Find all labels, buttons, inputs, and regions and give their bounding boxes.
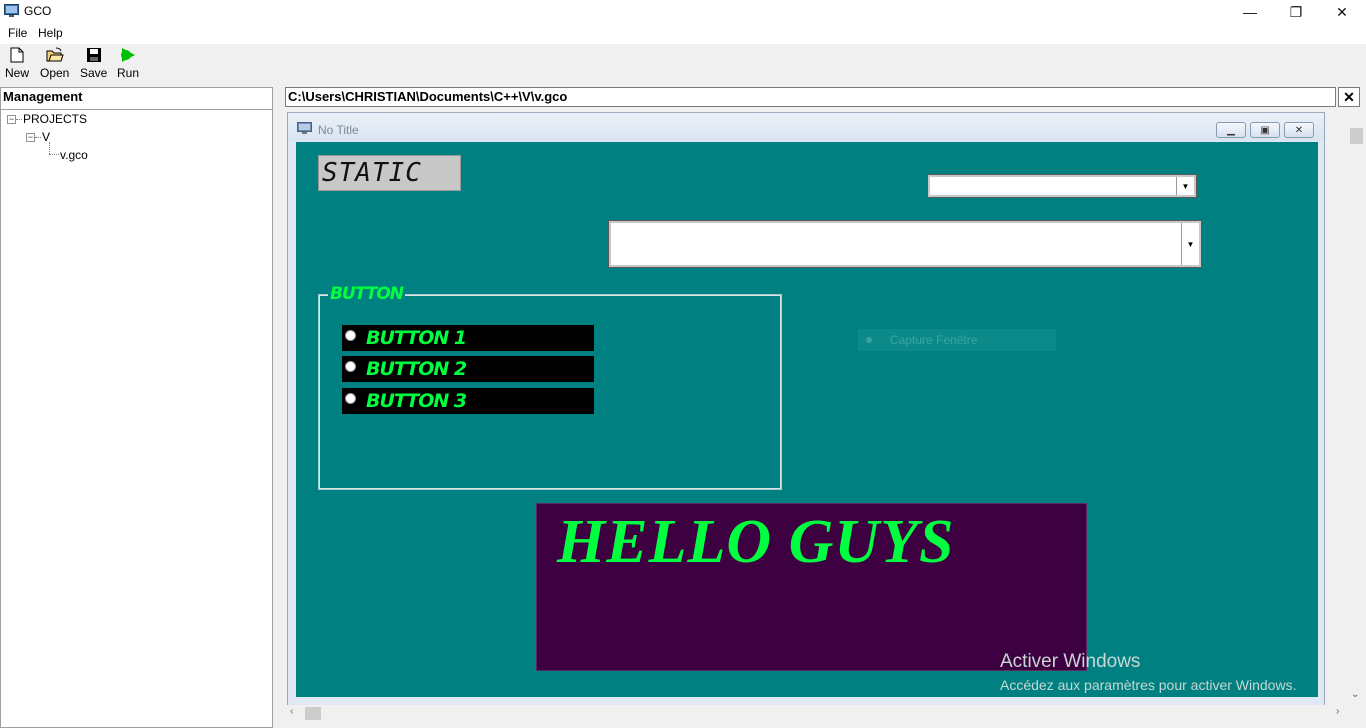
tree-collapse-v-icon[interactable]: − xyxy=(26,133,35,142)
tree-connector xyxy=(49,154,59,155)
management-header: Management xyxy=(1,88,272,110)
new-file-icon xyxy=(10,47,24,63)
close-button[interactable]: ✕ xyxy=(1319,0,1365,24)
tree-connector xyxy=(16,119,22,120)
run-button[interactable]: Run xyxy=(117,47,139,80)
form-window-icon xyxy=(297,122,312,134)
chevron-down-icon[interactable]: ▼ xyxy=(1176,177,1194,195)
capture-radio[interactable]: Capture Fenêtre xyxy=(858,329,1056,351)
open-label: Open xyxy=(40,66,70,80)
radio-button-3[interactable]: BUTTON 3 xyxy=(342,388,594,414)
scroll-left-icon[interactable]: ‹ xyxy=(290,706,293,717)
activation-watermark: Activer Windows Accédez aux paramètres p… xyxy=(1000,651,1296,693)
minimize-icon: ▁ xyxy=(1227,124,1235,136)
menu-file[interactable]: File xyxy=(1,26,34,40)
scroll-down-icon[interactable]: ⌄ xyxy=(1351,689,1359,700)
groupbox-label: BUTTON xyxy=(328,284,406,304)
form-minimize-button[interactable]: ▁ xyxy=(1216,122,1246,138)
scroll-right-icon[interactable]: › xyxy=(1336,706,1339,717)
restore-icon: ❐ xyxy=(1289,3,1303,20)
open-button[interactable]: Open xyxy=(40,47,69,80)
radio-dot-icon xyxy=(866,337,872,343)
tree-connector xyxy=(49,142,50,154)
menu-help[interactable]: Help xyxy=(31,26,70,40)
vertical-scroll-thumb[interactable] xyxy=(1350,128,1363,144)
watermark-title: Activer Windows xyxy=(1000,651,1141,672)
save-disk-icon xyxy=(86,48,101,62)
management-panel: Management − PROJECTS − V v.gco xyxy=(0,87,273,728)
form-title-bar: No Title ▁ ▣ ✕ xyxy=(288,113,1324,141)
hello-panel: HELLO GUYS xyxy=(536,503,1087,671)
static-label: STATIC xyxy=(318,155,461,191)
radio-button-1[interactable]: BUTTON 1 xyxy=(342,325,594,351)
capture-label: Capture Fenêtre xyxy=(890,333,978,347)
save-label: Save xyxy=(80,66,108,80)
form-close-button[interactable]: ✕ xyxy=(1284,122,1314,138)
window-title: GCO xyxy=(24,4,52,18)
save-button[interactable]: Save xyxy=(80,47,107,80)
combobox-large[interactable]: ▼ xyxy=(608,220,1202,268)
tree-collapse-projects-icon[interactable]: − xyxy=(7,115,16,124)
close-icon: ✕ xyxy=(1343,88,1355,105)
chevron-down-icon[interactable]: ▼ xyxy=(1181,223,1199,265)
horizontal-scrollbar[interactable]: ‹ › xyxy=(285,705,1347,722)
combobox-small[interactable]: ▼ xyxy=(927,174,1197,198)
radio-circle-icon[interactable] xyxy=(345,361,356,372)
app-icon xyxy=(4,4,19,17)
run-label: Run xyxy=(117,66,140,80)
menu-bar: File Help xyxy=(0,24,1366,44)
new-button[interactable]: New xyxy=(5,47,29,80)
run-icon xyxy=(121,48,135,62)
form-designer-window: No Title ▁ ▣ ✕ STATIC ▼ ▼ BUTTON BUTTON … xyxy=(287,112,1325,706)
close-icon: ✕ xyxy=(1294,124,1304,136)
horizontal-scroll-thumb[interactable] xyxy=(305,707,321,720)
toolbar: New Open Save Run xyxy=(0,44,1366,84)
vertical-scrollbar[interactable]: ⌄ xyxy=(1347,122,1366,706)
form-canvas[interactable]: STATIC ▼ ▼ BUTTON BUTTON 1 BUTTON 2 BUTT… xyxy=(296,142,1318,697)
minimize-button[interactable]: — xyxy=(1227,0,1273,24)
form-title: No Title xyxy=(318,123,359,137)
restore-button[interactable]: ❐ xyxy=(1273,0,1319,24)
radio-circle-icon[interactable] xyxy=(345,330,356,341)
maximize-icon: ▣ xyxy=(1260,124,1270,136)
close-editor-button[interactable]: ✕ xyxy=(1338,87,1360,107)
hello-text: HELLO GUYS xyxy=(557,508,955,576)
tree-connector xyxy=(35,137,41,138)
minimize-icon: — xyxy=(1243,4,1257,20)
tree-item-file[interactable]: v.gco xyxy=(60,148,88,162)
radio-circle-icon[interactable] xyxy=(345,393,356,404)
close-icon: ✕ xyxy=(1336,3,1348,20)
file-path-bar: C:\Users\CHRISTIAN\Documents\C++\V\v.gco xyxy=(285,87,1336,107)
form-maximize-button[interactable]: ▣ xyxy=(1250,122,1280,138)
new-label: New xyxy=(5,66,30,80)
radio-label: BUTTON 1 xyxy=(366,327,467,349)
radio-label: BUTTON 2 xyxy=(366,358,467,380)
tree-item-projects[interactable]: PROJECTS xyxy=(23,112,87,126)
radio-label: BUTTON 3 xyxy=(366,390,467,412)
watermark-subtitle: Accédez aux paramètres pour activer Wind… xyxy=(1000,677,1297,693)
title-bar: GCO — ❐ ✕ xyxy=(0,0,1366,24)
radio-button-2[interactable]: BUTTON 2 xyxy=(342,356,594,382)
open-folder-icon xyxy=(46,47,64,62)
